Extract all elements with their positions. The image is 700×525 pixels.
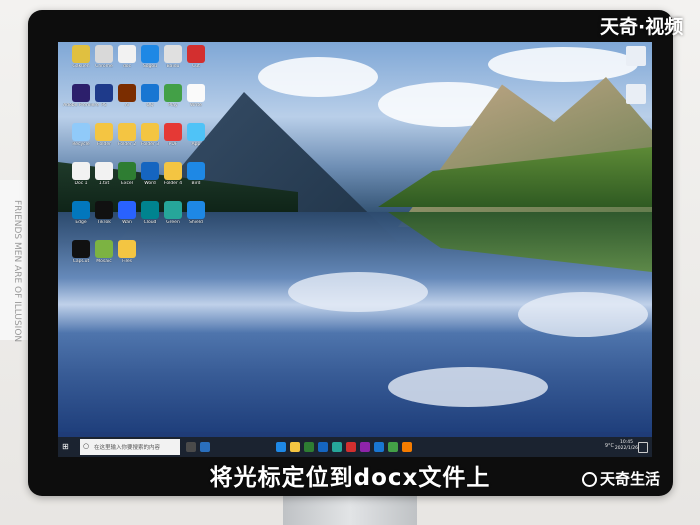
taskbar-app-icon[interactable] bbox=[388, 442, 398, 452]
notification-icon[interactable] bbox=[638, 442, 648, 453]
desktop-icon-image bbox=[118, 240, 136, 258]
desktop-icon[interactable]: Write bbox=[176, 84, 216, 124]
clock-date: 2022/1/26 bbox=[614, 446, 638, 451]
taskbar-app-icon[interactable] bbox=[332, 442, 342, 452]
desktop-icon[interactable]: Cut bbox=[176, 45, 216, 85]
search-box[interactable]: ○ 在这里输入你要搜索的内容 bbox=[80, 439, 180, 455]
watermark-bottom: 天奇生活 bbox=[582, 468, 660, 489]
desktop-icon-image bbox=[187, 84, 205, 102]
taskbar-app-icon[interactable] bbox=[200, 442, 210, 452]
desktop-icon-label: App bbox=[191, 142, 201, 147]
watermark-top: 天奇·视频 bbox=[600, 16, 684, 38]
word-icon[interactable] bbox=[318, 442, 328, 452]
desktop-icon-area: Gakuen Chrome doc Sogou Baidu Cut Adobe Premie… bbox=[58, 42, 652, 437]
paper-text: FRIENDS MEN ARE OF ILLUSION bbox=[12, 200, 22, 343]
desktop-icon-image bbox=[187, 123, 205, 141]
desktop-icon[interactable]: App bbox=[176, 123, 216, 163]
taskbar-app-icon[interactable] bbox=[304, 442, 314, 452]
wps-icon[interactable] bbox=[346, 442, 356, 452]
desktop-icon-image bbox=[187, 162, 205, 180]
desktop-icon-label: Write bbox=[190, 103, 202, 108]
desktop-icon[interactable]: Files bbox=[107, 240, 147, 280]
taskbar-app-icon[interactable] bbox=[402, 442, 412, 452]
desktop-icon-label: Cut bbox=[192, 64, 200, 69]
folder-icon[interactable] bbox=[290, 442, 300, 452]
desktop-screen[interactable]: Gakuen Chrome doc Sogou Baidu Cut Adobe Premie… bbox=[58, 42, 652, 457]
desktop-icon-image bbox=[187, 201, 205, 219]
desktop-icon-label: Files bbox=[122, 259, 132, 264]
taskbar-app-icon[interactable] bbox=[360, 442, 370, 452]
desktop-icon[interactable]: Shield bbox=[176, 201, 216, 241]
edge-icon[interactable] bbox=[276, 442, 286, 452]
desktop-icon-label: Bird bbox=[191, 181, 201, 186]
monitor-stand bbox=[283, 495, 417, 525]
task-view-icon[interactable] bbox=[186, 442, 196, 452]
desktop-icon[interactable]: Bird bbox=[176, 162, 216, 202]
desktop-icon-image bbox=[187, 45, 205, 63]
weather-tray[interactable]: 9°C bbox=[605, 443, 614, 449]
system-clock[interactable]: 10:45 2022/1/26 bbox=[615, 440, 638, 452]
search-icon: ○ bbox=[83, 442, 90, 450]
search-placeholder: 在这里输入你要搜索的内容 bbox=[94, 445, 161, 451]
start-button[interactable]: ⊞ bbox=[62, 442, 72, 452]
taskbar-app-icon[interactable] bbox=[374, 442, 384, 452]
taskbar: ⊞ ○ 在这里输入你要搜索的内容 9°C 10:45 2022/1/26 bbox=[58, 437, 652, 457]
desktop-file-icon[interactable] bbox=[626, 84, 646, 104]
desktop-icon-label: Shield bbox=[189, 220, 203, 225]
desktop-file-icon[interactable] bbox=[626, 46, 646, 66]
brand-logo-icon bbox=[582, 472, 597, 487]
brand-name: 天奇生活 bbox=[600, 470, 661, 488]
